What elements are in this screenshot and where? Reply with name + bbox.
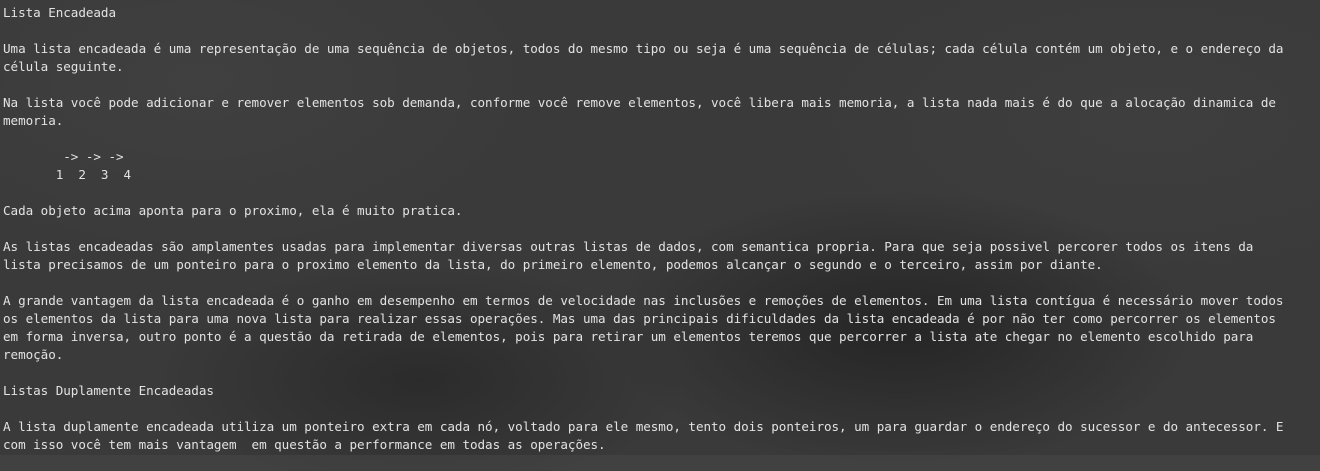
paragraph-memory-line-2: memoria. bbox=[3, 113, 64, 128]
document-body: Lista Encadeada Uma lista encadeada é um… bbox=[3, 4, 1319, 454]
paragraph-usage-line-1: As listas encadeadas são amplamentes usa… bbox=[3, 239, 1254, 254]
paragraph-advantage-line-3: em forma inversa, outro ponto é a questã… bbox=[3, 329, 1254, 344]
paragraph-doubly-line-1: A lista duplamente encadeada utiliza um … bbox=[3, 419, 1284, 434]
paragraph-intro-line-2: célula seguinte. bbox=[3, 59, 124, 74]
diagram-arrows: -> -> -> bbox=[3, 149, 124, 164]
heading-listas-duplamente-encadeadas: Listas Duplamente Encadeadas bbox=[3, 383, 214, 398]
paragraph-intro-line-1: Uma lista encadeada é uma representação … bbox=[3, 41, 1284, 56]
paragraph-doubly-line-2: com isso você tem mais vantagem em quest… bbox=[3, 437, 606, 452]
paragraph-pointer: Cada objeto acima aponta para o proximo,… bbox=[3, 203, 463, 218]
paragraph-memory-line-1: Na lista você pode adicionar e remover e… bbox=[3, 95, 1276, 110]
diagram-nodes: 1 2 3 4 bbox=[3, 167, 132, 182]
bottom-edge-bar bbox=[0, 455, 1320, 471]
paragraph-advantage-line-4: remoção. bbox=[3, 347, 64, 362]
paragraph-usage-line-2: lista precisamos de um ponteiro para o p… bbox=[3, 257, 1103, 272]
paragraph-advantage-line-1: A grande vantagem da lista encadeada é o… bbox=[3, 293, 1284, 308]
heading-lista-encadeada: Lista Encadeada bbox=[3, 5, 116, 20]
paragraph-advantage-line-2: os elementos da lista para uma nova list… bbox=[3, 311, 1276, 326]
